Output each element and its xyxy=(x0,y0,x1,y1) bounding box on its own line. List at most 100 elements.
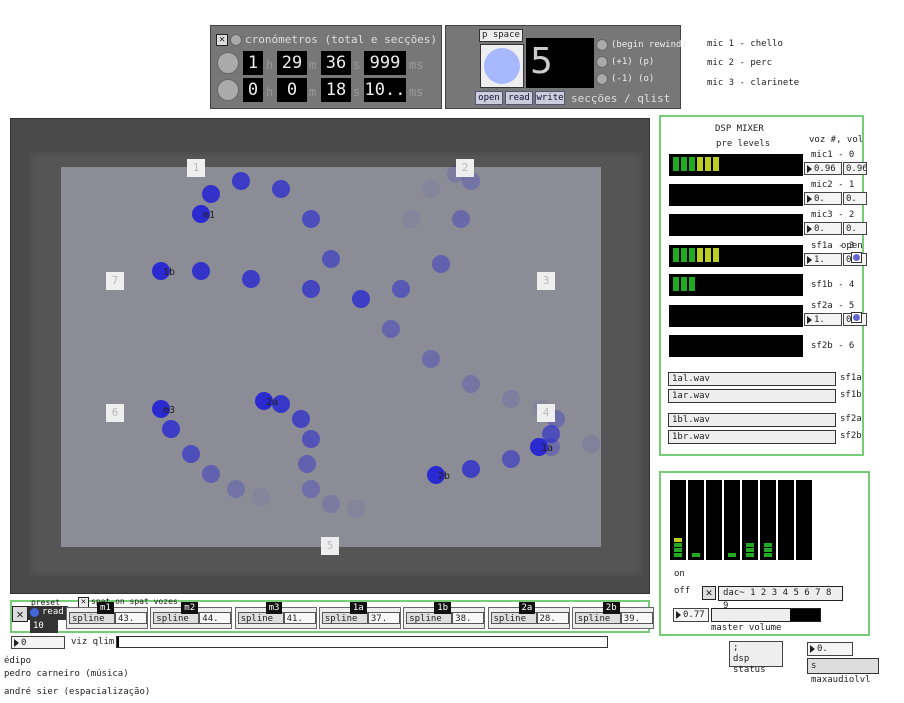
speaker-node-1[interactable]: 1 xyxy=(187,159,205,177)
speaker-node-3[interactable]: 3 xyxy=(537,272,555,290)
maxaudio-number[interactable]: 0. xyxy=(807,642,853,656)
next-section-button[interactable] xyxy=(596,56,608,68)
trace-blob xyxy=(162,420,180,438)
channel-volume-number[interactable]: 0. xyxy=(804,192,842,205)
spline-value[interactable]: 37. xyxy=(367,612,400,624)
master-volume-number[interactable]: 0.77 xyxy=(673,608,709,622)
spline-control[interactable]: spline 41. m3 xyxy=(234,602,317,629)
sound-file-tag: sf2a xyxy=(840,414,862,424)
trace-label: 2a xyxy=(266,397,278,408)
credits-music: pedro carneiro (música) xyxy=(4,669,129,679)
sound-file-field[interactable]: 1al.wav xyxy=(668,372,836,386)
trace-label: m3 xyxy=(163,405,175,416)
sound-file-field[interactable]: 1br.wav xyxy=(668,430,836,444)
meter-segment xyxy=(673,157,679,171)
speaker-node-4[interactable]: 4 xyxy=(537,404,555,422)
sf2-open-toggle[interactable] xyxy=(851,312,862,323)
sound-file-tag: sf1b xyxy=(840,390,862,400)
spline-value[interactable]: 39. xyxy=(620,612,653,624)
channel-volume-display[interactable]: 0.96 xyxy=(843,162,867,175)
mixer-subtitle: pre levels xyxy=(716,139,771,149)
sound-file-field[interactable]: 1ar.wav xyxy=(668,389,836,403)
spline-value[interactable]: 43. xyxy=(115,612,147,624)
channel-volume-number[interactable]: 1. xyxy=(804,313,842,326)
output-meter-segment xyxy=(764,553,772,557)
dac-object[interactable]: dac~ 1 2 3 4 5 6 7 8 9 xyxy=(718,586,843,611)
output-meter xyxy=(778,480,794,560)
trace-blob xyxy=(227,480,245,498)
preset-grid[interactable]: read xyxy=(28,606,68,620)
spatial-canvas[interactable]: m1 1b m3 2a 2b 1a 1 2 3 4 5 6 7 xyxy=(10,118,650,594)
channel-volume-number[interactable]: 1. xyxy=(804,253,842,266)
spline-control[interactable]: spline 43. m1 xyxy=(66,602,148,629)
output-meter-segment xyxy=(674,548,682,552)
spatial-svg: m1 1b m3 2a 2b 1a xyxy=(11,119,649,593)
output-meter-segment xyxy=(746,548,754,552)
output-meter xyxy=(796,480,812,560)
output-meter-segment xyxy=(746,543,754,547)
output-meter xyxy=(688,480,704,560)
speaker-node-5[interactable]: 5 xyxy=(321,537,339,555)
total-hours: 1 xyxy=(243,51,263,75)
space-message[interactable]: p space xyxy=(479,29,523,42)
output-meter xyxy=(706,480,722,560)
master-volume-slider[interactable] xyxy=(711,608,821,622)
spline-tag: m2 xyxy=(181,602,199,614)
spline-value[interactable]: 44. xyxy=(199,612,232,624)
qlim-slider[interactable] xyxy=(116,636,608,648)
qlist-open-button[interactable]: open xyxy=(475,91,503,105)
dac-off-label[interactable]: off xyxy=(674,586,690,596)
chrono-total-button[interactable] xyxy=(217,52,239,74)
spline-value[interactable]: 28. xyxy=(536,612,569,624)
spline-control[interactable]: spline 37. 1a xyxy=(318,602,401,629)
trace-blob xyxy=(302,480,320,498)
spline-control[interactable]: spline 38. 1b xyxy=(403,602,486,629)
sound-file-tag: sf1a xyxy=(840,373,862,383)
trace-label: 1a xyxy=(541,443,553,454)
qlist-bang-button[interactable] xyxy=(480,44,524,88)
trace-label: 2b xyxy=(438,471,450,482)
speaker-node-7[interactable]: 7 xyxy=(106,272,124,290)
dsp-status-message[interactable]: ; dsp status xyxy=(729,641,783,675)
speaker-node-6[interactable]: 6 xyxy=(106,404,124,422)
chrono-title: cronómetros (total e secções) xyxy=(245,33,438,46)
spline-value[interactable]: 38. xyxy=(452,612,485,624)
trace-blob xyxy=(347,500,365,518)
begin-rewind-button[interactable] xyxy=(596,39,608,51)
sf1-open-toggle[interactable] xyxy=(851,252,862,263)
trace-blob xyxy=(322,250,340,268)
dac-toggle[interactable]: ✕ xyxy=(702,586,716,600)
sound-file-field[interactable]: 1bl.wav xyxy=(668,413,836,427)
preset-clear-toggle[interactable]: ✕ xyxy=(12,606,28,622)
chrono-toggle[interactable]: ✕ xyxy=(216,34,228,46)
preset-number[interactable]: 10 xyxy=(30,620,58,633)
dac-on-label[interactable]: on xyxy=(674,569,685,579)
meter-segment xyxy=(713,248,719,262)
channel-volume-number[interactable]: 0.96 xyxy=(804,162,842,175)
qlist-write-button[interactable]: write xyxy=(535,91,565,105)
speaker-node-2[interactable]: 2 xyxy=(456,159,474,177)
meter-segment xyxy=(713,157,719,171)
channel-volume-display[interactable]: 0. xyxy=(843,222,867,235)
qlim-label: viz qlim xyxy=(71,637,115,647)
spline-value[interactable]: 41. xyxy=(283,612,316,624)
chrono-reset-led[interactable] xyxy=(230,34,242,46)
chrono-section-button[interactable] xyxy=(217,79,239,101)
preset-read-button[interactable]: read xyxy=(42,607,64,617)
prev-section-button[interactable] xyxy=(596,73,608,85)
output-meter-segment xyxy=(728,553,736,557)
trace-blob xyxy=(242,270,260,288)
spline-tag: m3 xyxy=(265,602,283,614)
spline-control[interactable]: spline 28. 2a xyxy=(487,602,570,629)
channel-volume-display[interactable]: 0. xyxy=(843,192,867,205)
spline-tag: 1a xyxy=(349,602,367,614)
qlist-read-button[interactable]: read xyxy=(505,91,533,105)
spline-control[interactable]: spline 39. 2b xyxy=(571,602,654,629)
trace-blob xyxy=(432,255,450,273)
qlim-number[interactable]: 0 xyxy=(11,636,65,649)
meter-segment xyxy=(697,248,703,262)
trace-blob xyxy=(302,430,320,448)
channel-volume-number[interactable]: 0. xyxy=(804,222,842,235)
sf-open-label: open xyxy=(841,241,863,251)
spline-control[interactable]: spline 44. m2 xyxy=(150,602,233,629)
